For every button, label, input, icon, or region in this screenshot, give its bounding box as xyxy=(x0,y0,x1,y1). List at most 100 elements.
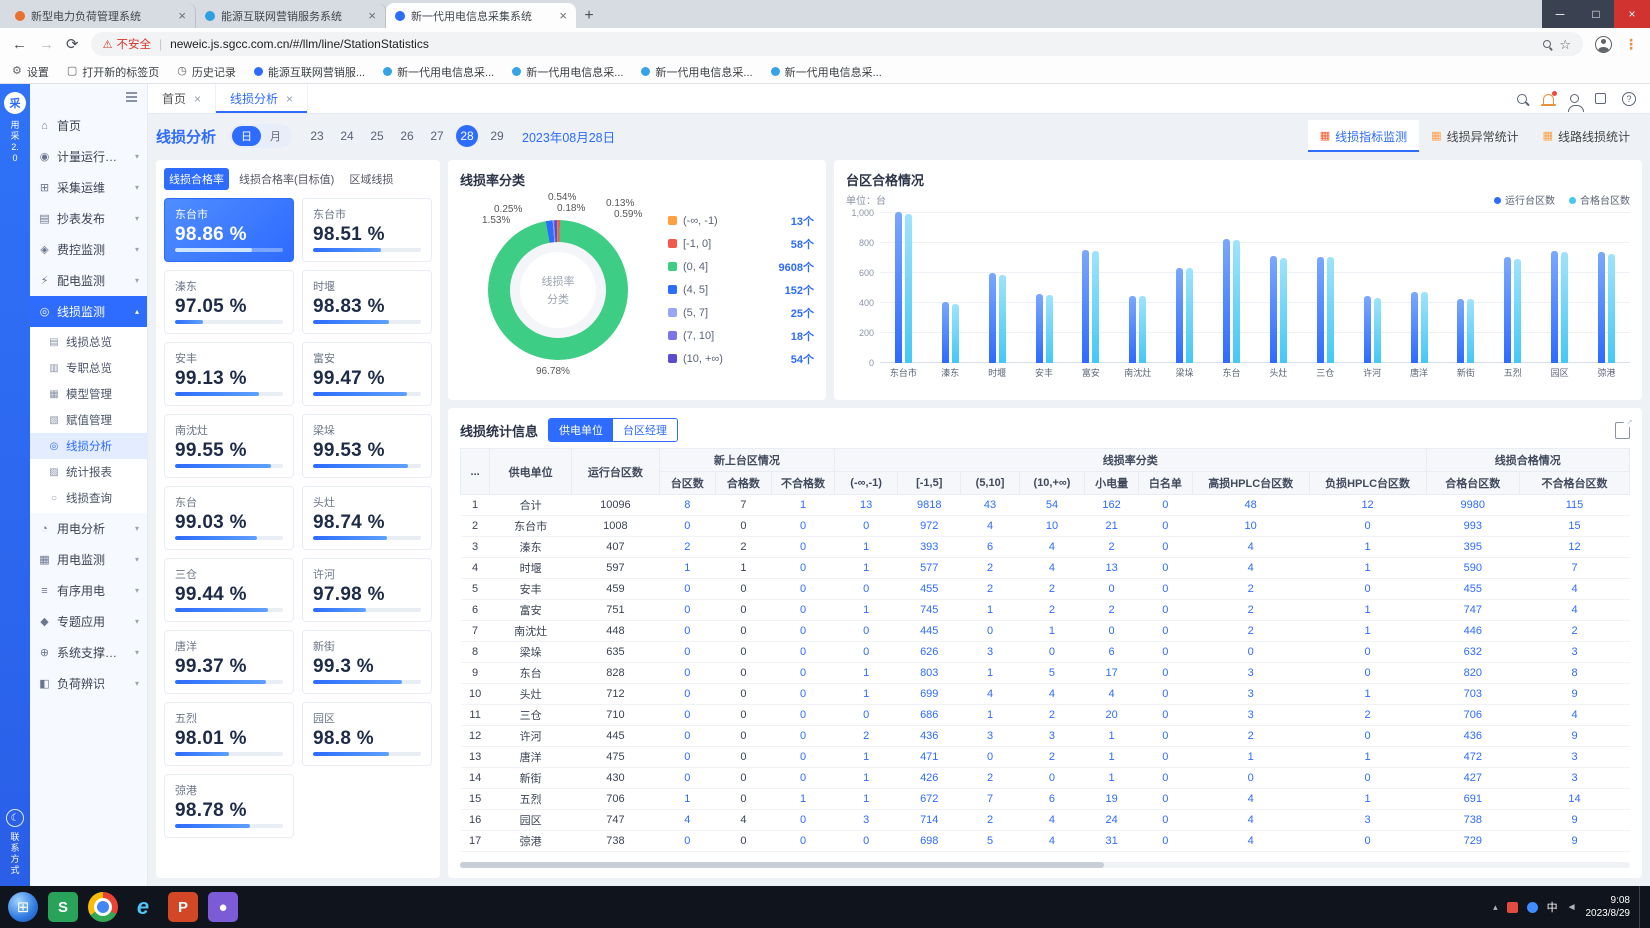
sidebar-item-orderly-power[interactable]: ≡有序用电▾ xyxy=(30,575,147,606)
sidebar-subitem-stat-report[interactable]: ▨统计报表 xyxy=(30,459,147,485)
rate-card[interactable]: 许河97.98 % xyxy=(302,558,432,622)
browser-tab[interactable]: 新型电力负荷管理系统× xyxy=(6,3,196,28)
rate-card[interactable]: 弶港98.78 % xyxy=(164,774,294,838)
bookmark-item[interactable]: 新一代用电信息采... xyxy=(641,64,752,80)
table-row[interactable]: 6富安75100017451220217474 xyxy=(461,600,1630,621)
legend-item[interactable]: (-∞, -1)13个 xyxy=(668,213,814,229)
table-row[interactable]: 8梁垛63500006263060006323 xyxy=(461,642,1630,663)
help-icon[interactable]: ? xyxy=(1622,92,1636,106)
browser-menu-icon[interactable]: ⋮ xyxy=(1624,36,1638,53)
back-icon[interactable]: ← xyxy=(12,37,27,52)
tray-app-icon[interactable] xyxy=(1507,902,1518,913)
collapse-sidebar-icon[interactable] xyxy=(126,92,137,102)
rate-card[interactable]: 唐洋99.37 % xyxy=(164,630,294,694)
legend-item[interactable]: (7, 10]18个 xyxy=(668,328,814,344)
bookmark-item[interactable]: 新一代用电信息采... xyxy=(771,64,882,80)
bar[interactable] xyxy=(1374,298,1381,363)
bar[interactable] xyxy=(999,275,1006,364)
sidebar-subitem-loss-query[interactable]: ○线损查询 xyxy=(30,485,147,511)
bar[interactable] xyxy=(1186,268,1193,363)
table-row[interactable]: 14新街43000014262010004273 xyxy=(461,768,1630,789)
sidebar-subitem-model-mgmt[interactable]: ▦模型管理 xyxy=(30,381,147,407)
browser-tab[interactable]: 能源互联网营销服务系统× xyxy=(196,3,386,28)
sidebar-item-power-monitor[interactable]: ▦用电监测▾ xyxy=(30,544,147,575)
sidebar-subitem-threshold-mgmt[interactable]: ▧赋值管理 xyxy=(30,407,147,433)
security-warning[interactable]: ⚠不安全 xyxy=(103,36,151,52)
tab-close-icon[interactable]: × xyxy=(559,9,567,22)
bar[interactable] xyxy=(905,214,912,363)
legend-item[interactable]: (5, 7]25个 xyxy=(668,305,814,321)
rate-card[interactable]: 梁垛99.53 % xyxy=(302,414,432,478)
zoom-icon[interactable] xyxy=(1543,40,1551,48)
legend-item[interactable]: 运行台区数 xyxy=(1494,192,1555,207)
bar[interactable] xyxy=(1561,252,1568,363)
sidebar-item-distribution[interactable]: ⚡配电监测▾ xyxy=(30,265,147,296)
contact-widget[interactable]: ☾ 联系方式 xyxy=(6,809,24,876)
sidebar-item-special-app[interactable]: ◆专题应用▾ xyxy=(30,606,147,637)
bar[interactable] xyxy=(1223,239,1230,363)
rate-card[interactable]: 安丰99.13 % xyxy=(164,342,294,406)
bar[interactable] xyxy=(1092,251,1099,363)
table-row[interactable]: 13唐洋47500014710210114723 xyxy=(461,747,1630,768)
search-icon[interactable] xyxy=(1517,94,1527,104)
sidebar-item-power-analysis[interactable]: ◔用电分析▾ xyxy=(30,513,147,544)
bookmark-item[interactable]: ▢打开新的标签页 xyxy=(67,64,159,80)
table-row[interactable]: 15五烈7061011672761904169114 xyxy=(461,789,1630,810)
rate-card[interactable]: 东台99.03 % xyxy=(164,486,294,550)
date-option[interactable]: 26 xyxy=(396,125,418,147)
bar[interactable] xyxy=(1280,258,1287,363)
show-desktop-button[interactable] xyxy=(1639,886,1646,928)
bookmark-item[interactable]: 新一代用电信息采... xyxy=(383,64,494,80)
date-option[interactable]: 24 xyxy=(336,125,358,147)
table-row[interactable]: 17弶港738000069854310407299 xyxy=(461,831,1630,852)
rate-card[interactable]: 时堰98.83 % xyxy=(302,270,432,334)
sidebar-subitem-special-overview[interactable]: ▥专职总览 xyxy=(30,355,147,381)
bar[interactable] xyxy=(1421,292,1428,363)
table-row[interactable]: 12许河44500024363310204369 xyxy=(461,726,1630,747)
legend-item[interactable]: [-1, 0]58个 xyxy=(668,236,814,252)
rate-card[interactable]: 溱东97.05 % xyxy=(164,270,294,334)
bar[interactable] xyxy=(942,302,949,363)
reload-icon[interactable]: ⟳ xyxy=(66,37,79,52)
table-row[interactable]: 7南沈灶44800004450100214462 xyxy=(461,621,1630,642)
sidebar-item-meter-reading[interactable]: ▤抄表发布▾ xyxy=(30,203,147,234)
bar[interactable] xyxy=(1270,256,1277,363)
bar[interactable] xyxy=(895,212,902,363)
horizontal-scrollbar[interactable] xyxy=(460,862,1630,868)
app-tab-close-icon[interactable]: × xyxy=(194,92,201,106)
app-tab[interactable]: 线损分析× xyxy=(216,84,308,113)
rate-tab[interactable]: 区域线损 xyxy=(344,168,398,190)
rate-card[interactable]: 富安99.47 % xyxy=(302,342,432,406)
taskbar-app-wps[interactable]: S xyxy=(48,892,78,922)
minimize-button[interactable]: ─ xyxy=(1542,0,1578,28)
bar[interactable] xyxy=(1364,296,1371,363)
legend-item[interactable]: (4, 5]152个 xyxy=(668,282,814,298)
table-row[interactable]: 16园区747440371424240437389 xyxy=(461,810,1630,831)
forward-icon[interactable]: → xyxy=(39,37,54,52)
close-button[interactable]: × xyxy=(1614,0,1650,28)
table-toggle-option[interactable]: 供电单位 xyxy=(549,419,613,441)
address-bar[interactable]: ⚠不安全 | neweic.js.sgcc.com.cn/#/llm/line/… xyxy=(91,32,1583,56)
sidebar-item-fee-control[interactable]: ◈费控监测▾ xyxy=(30,234,147,265)
bar[interactable] xyxy=(1467,299,1474,363)
sidebar-item-metering[interactable]: ◉计量运行监测▾ xyxy=(30,141,147,172)
rate-card[interactable]: 园区98.8 % xyxy=(302,702,432,766)
rate-card[interactable]: 东台市98.51 % xyxy=(302,198,432,262)
table-row[interactable]: 5安丰45900004552200204554 xyxy=(461,579,1630,600)
bar[interactable] xyxy=(1598,252,1605,363)
bookmark-item[interactable]: 能源互联网营销服... xyxy=(254,64,365,80)
legend-item[interactable]: (0, 4]9608个 xyxy=(668,259,814,275)
mode-month[interactable]: 月 xyxy=(261,126,290,146)
sidebar-subitem-loss-overview[interactable]: ▤线损总览 xyxy=(30,329,147,355)
monitor-tab[interactable]: ▦线路线损统计 xyxy=(1531,120,1642,152)
rate-card[interactable]: 东台市98.86 % xyxy=(164,198,294,262)
table-row[interactable]: 4时堰597110157724130415907 xyxy=(461,558,1630,579)
maximize-button[interactable]: □ xyxy=(1578,0,1614,28)
monitor-tab[interactable]: ▦线损指标监测 xyxy=(1308,120,1419,152)
new-tab-button[interactable]: + xyxy=(576,4,602,28)
app-tab[interactable]: 首页× xyxy=(148,84,216,113)
bar[interactable] xyxy=(1176,268,1183,363)
user-icon[interactable] xyxy=(1570,94,1579,103)
bar[interactable] xyxy=(1327,257,1334,363)
tray-expand-icon[interactable]: ▴ xyxy=(1493,902,1498,913)
